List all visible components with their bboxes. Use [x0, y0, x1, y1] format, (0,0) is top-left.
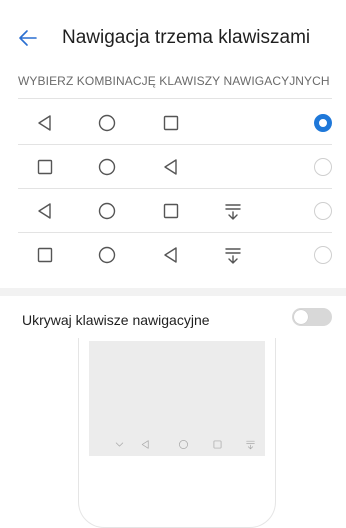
nav-key	[222, 200, 244, 222]
nav-key	[34, 200, 56, 222]
navigation-option-row[interactable]	[0, 189, 346, 233]
recents-square-icon	[163, 115, 179, 131]
section-label: WYBIERZ KOMBINACJĘ KLAWISZY NAWIGACYJNYC…	[18, 74, 330, 88]
preview-nav-bar	[89, 432, 265, 456]
nav-key	[160, 244, 182, 266]
chevron-down-icon	[115, 441, 123, 447]
back-triangle-icon	[38, 203, 51, 219]
home-circle-icon	[98, 202, 116, 220]
preview-nav-key	[177, 438, 189, 450]
hide-nav-keys-switch[interactable]	[292, 308, 332, 326]
phone-preview	[78, 338, 276, 528]
recents-square-icon	[37, 247, 53, 263]
back-triangle-icon	[164, 159, 177, 175]
nav-key	[96, 156, 118, 178]
section-band	[0, 288, 346, 296]
radio-button-selected[interactable]	[314, 114, 332, 132]
recents-square-icon	[163, 203, 179, 219]
arrow-left-icon	[19, 30, 37, 46]
preview-nav-key	[139, 438, 151, 450]
preview-nav-key	[113, 438, 125, 450]
back-triangle-icon	[141, 439, 149, 449]
recents-square-icon	[37, 159, 53, 175]
switch-knob	[294, 310, 308, 324]
notification-pull-icon	[245, 440, 255, 449]
radio-button[interactable]	[314, 158, 332, 176]
preview-nav-key	[211, 438, 223, 450]
app-header: Nawigacja trzema klawiszami	[0, 0, 346, 66]
hide-nav-keys-label: Ukrywaj klawisze nawigacyjne	[22, 312, 210, 328]
home-circle-icon	[98, 246, 116, 264]
navigation-option-row[interactable]	[0, 101, 346, 145]
nav-key	[160, 156, 182, 178]
radio-button[interactable]	[314, 246, 332, 264]
notification-pull-icon	[225, 248, 241, 264]
home-circle-icon	[98, 158, 116, 176]
nav-key	[96, 244, 118, 266]
nav-key	[160, 200, 182, 222]
navigation-option-row[interactable]	[0, 145, 346, 189]
phone-preview-screen	[89, 341, 265, 456]
nav-key	[222, 244, 244, 266]
nav-key	[34, 156, 56, 178]
nav-key	[34, 244, 56, 266]
recents-square-icon	[213, 440, 221, 448]
nav-key	[160, 112, 182, 134]
back-triangle-icon	[38, 115, 51, 131]
nav-key	[96, 200, 118, 222]
section-divider	[18, 98, 332, 99]
radio-button[interactable]	[314, 202, 332, 220]
home-circle-icon	[98, 114, 116, 132]
home-circle-icon	[178, 439, 188, 449]
preview-nav-key	[244, 438, 256, 450]
nav-key	[34, 112, 56, 134]
navigation-option-row[interactable]	[0, 233, 346, 277]
notification-pull-icon	[225, 204, 241, 220]
nav-key	[96, 112, 118, 134]
hide-nav-keys-row[interactable]: Ukrywaj klawisze nawigacyjne	[0, 298, 346, 338]
page-title: Nawigacja trzema klawiszami	[62, 27, 311, 48]
back-button[interactable]	[14, 24, 42, 52]
back-triangle-icon	[164, 247, 177, 263]
